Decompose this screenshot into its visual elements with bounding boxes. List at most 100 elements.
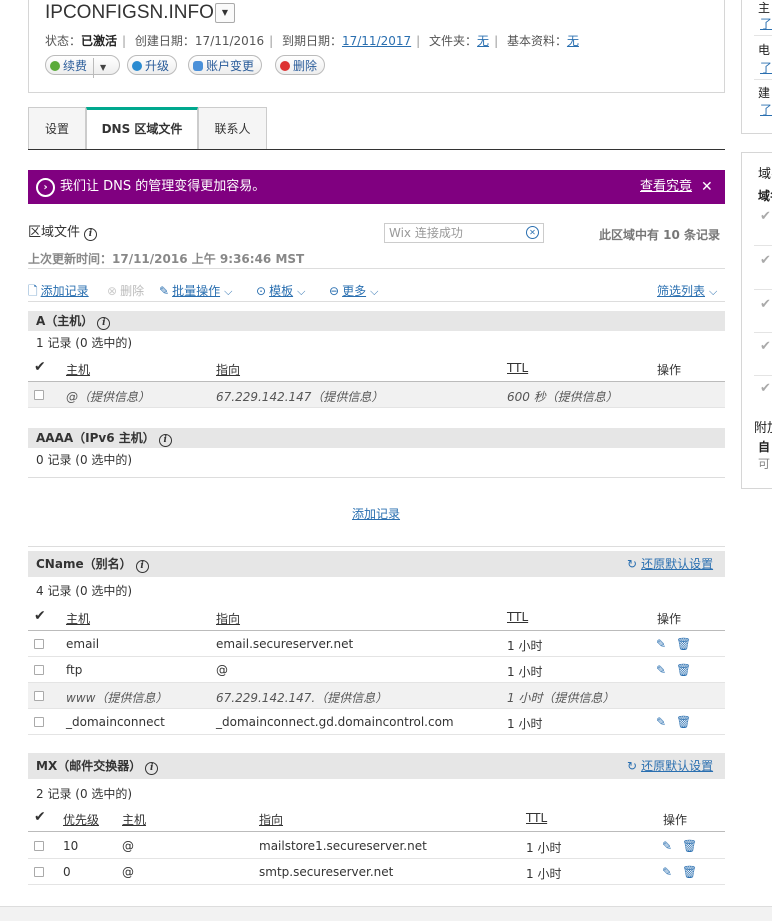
delete-record-button[interactable]: ⊗ 删除 bbox=[107, 282, 144, 299]
filter-list-menu[interactable]: 筛选列表 ⌵ bbox=[657, 282, 717, 299]
sidebar-link[interactable]: 了 bbox=[760, 59, 772, 76]
close-icon[interactable]: ✕ bbox=[701, 170, 713, 204]
info-icon[interactable]: i bbox=[145, 762, 159, 775]
section-aaaa-count: 0 记录 (0 选中的) bbox=[36, 453, 133, 467]
status-value: 已激活 bbox=[81, 34, 118, 48]
tab-contacts[interactable]: 联系人 bbox=[198, 107, 267, 149]
divider bbox=[28, 301, 725, 302]
edit-icon[interactable]: ✎ bbox=[662, 865, 672, 879]
row-checkbox[interactable] bbox=[34, 717, 44, 727]
table-row: email email.secureserver.net 1 小时 ✎ 🗑 bbox=[28, 631, 725, 657]
search-placeholder: Wix 连接成功 bbox=[389, 226, 463, 240]
info-icon[interactable]: i bbox=[158, 434, 172, 447]
edit-icon[interactable]: ✎ bbox=[662, 839, 672, 853]
trash-icon[interactable]: 🗑 bbox=[676, 637, 691, 651]
record-count: 此区域中有 10 条记录 bbox=[599, 228, 721, 242]
mx-restore-defaults[interactable]: ↻ 还原默认设置 bbox=[627, 753, 713, 779]
clear-search-icon[interactable]: ✕ bbox=[526, 226, 539, 239]
account-change-button[interactable]: 账户变更 bbox=[188, 55, 263, 75]
renew-button[interactable]: 续费 ▼ bbox=[45, 55, 120, 78]
column-priority[interactable]: 优先级 bbox=[63, 811, 99, 828]
divider bbox=[28, 268, 725, 269]
row-checkbox[interactable] bbox=[34, 639, 44, 649]
checkmark-icon: ✔ bbox=[760, 209, 771, 224]
chevron-down-icon: ⌵ bbox=[709, 285, 718, 298]
checkmark-icon[interactable]: ✔ bbox=[34, 809, 46, 825]
divider bbox=[28, 477, 725, 478]
column-ttl[interactable]: TTL bbox=[507, 610, 528, 624]
section-a-count: 1 记录 (0 选中的) bbox=[36, 336, 133, 350]
sidebar-link[interactable]: 了 bbox=[760, 101, 772, 118]
column-points-to[interactable]: 指向 bbox=[259, 811, 283, 828]
checkmark-icon: ✔ bbox=[760, 381, 771, 396]
tab-dns-zone-file[interactable]: DNS 区域文件 bbox=[86, 107, 198, 150]
zone-file-title: 区域文件 i bbox=[28, 221, 98, 241]
row-checkbox[interactable] bbox=[34, 841, 44, 851]
info-icon[interactable]: i bbox=[97, 317, 111, 330]
refresh-icon: ↻ bbox=[627, 557, 638, 571]
column-points-to[interactable]: 指向 bbox=[216, 610, 240, 627]
table-row: 10 @ mailstore1.secureserver.net 1 小时 ✎ … bbox=[28, 833, 725, 859]
chevron-down-icon: ⌵ bbox=[370, 285, 379, 298]
column-points-to[interactable]: 指向 bbox=[216, 361, 240, 378]
last-updated: 上次更新时间：17/11/2016 上午 9:36:46 MST bbox=[28, 252, 305, 266]
add-aaaa-record-link[interactable]: 添加记录 bbox=[352, 505, 400, 522]
trash-icon[interactable]: 🗑 bbox=[682, 865, 697, 879]
edit-document-icon: ✎ bbox=[159, 284, 170, 298]
upgrade-icon bbox=[132, 61, 142, 71]
bulk-actions-menu[interactable]: ✎ 批量操作 ⌵ bbox=[159, 282, 232, 299]
search-input[interactable]: Wix 连接成功 ✕ bbox=[384, 223, 544, 243]
info-icon[interactable]: i bbox=[84, 228, 98, 241]
more-menu[interactable]: ⊖ 更多 ⌵ bbox=[329, 282, 378, 299]
row-checkbox[interactable] bbox=[34, 867, 44, 877]
divider bbox=[28, 546, 725, 547]
refresh-icon: ↻ bbox=[627, 759, 638, 773]
column-host[interactable]: 主机 bbox=[122, 811, 146, 828]
upgrade-button[interactable]: 升级 bbox=[127, 55, 178, 75]
sidebar-services: 主 了 电 了 建 了 bbox=[741, 0, 772, 134]
cname-restore-defaults[interactable]: ↻ 还原默认设置 bbox=[627, 551, 713, 577]
user-icon bbox=[193, 61, 203, 71]
template-menu[interactable]: ⊙ 模板 ⌵ bbox=[256, 282, 305, 299]
section-cname-header: CName（别名） i ↻ 还原默认设置 bbox=[28, 551, 725, 577]
column-actions: 操作 bbox=[657, 612, 682, 626]
section-cname-count: 4 记录 (0 选中的) bbox=[36, 584, 133, 598]
created-date: 17/11/2016 bbox=[194, 34, 265, 48]
domain-dropdown-button[interactable]: ▼ bbox=[215, 3, 235, 23]
renew-icon bbox=[50, 61, 60, 71]
arrow-right-circle-icon: › bbox=[36, 178, 55, 197]
add-record-button[interactable]: 🗋 添加记录 bbox=[28, 282, 89, 303]
chevron-down-icon[interactable]: ▼ bbox=[93, 58, 106, 78]
column-ttl[interactable]: TTL bbox=[526, 811, 547, 825]
row-checkbox[interactable] bbox=[34, 665, 44, 675]
section-mx-header: MX（邮件交换器） i ↻ 还原默认设置 bbox=[28, 753, 725, 779]
trash-icon[interactable]: 🗑 bbox=[676, 663, 691, 677]
arrow-circle-icon: ⊙ bbox=[256, 284, 267, 298]
edit-icon[interactable]: ✎ bbox=[656, 715, 666, 729]
delete-domain-button[interactable]: 删除 bbox=[275, 55, 326, 75]
tabs-underline bbox=[28, 149, 725, 150]
delete-icon bbox=[280, 61, 290, 71]
info-icon[interactable]: i bbox=[135, 560, 149, 573]
column-host[interactable]: 主机 bbox=[66, 361, 90, 378]
row-checkbox[interactable] bbox=[34, 691, 44, 701]
banner-learn-more-link[interactable]: 查看究竟 bbox=[640, 170, 692, 204]
checkmark-icon[interactable]: ✔ bbox=[34, 608, 46, 624]
column-host[interactable]: 主机 bbox=[66, 610, 90, 627]
edit-icon[interactable]: ✎ bbox=[656, 637, 666, 651]
table-row: 0 @ smtp.secureserver.net 1 小时 ✎ 🗑 bbox=[28, 859, 725, 885]
domain-summary-card: IPCONFIGSN.INFO ▼ 状态：已激活 | 创建日期：17/11/201… bbox=[28, 0, 725, 93]
folder-link[interactable]: 无 bbox=[477, 34, 489, 48]
trash-icon[interactable]: 🗑 bbox=[682, 839, 697, 853]
chevron-down-icon: ▼ bbox=[221, 8, 229, 17]
column-ttl[interactable]: TTL bbox=[507, 361, 528, 375]
checkmark-icon[interactable]: ✔ bbox=[34, 359, 46, 375]
profile-link[interactable]: 无 bbox=[567, 34, 579, 48]
tab-settings[interactable]: 设置 bbox=[28, 107, 86, 149]
row-checkbox[interactable] bbox=[34, 390, 44, 400]
sidebar-link[interactable]: 了 bbox=[760, 15, 772, 32]
expires-date-link[interactable]: 17/11/2017 bbox=[342, 34, 411, 48]
table-row: ftp @ 1 小时 ✎ 🗑 bbox=[28, 657, 725, 683]
trash-icon[interactable]: 🗑 bbox=[676, 715, 691, 729]
edit-icon[interactable]: ✎ bbox=[656, 663, 666, 677]
